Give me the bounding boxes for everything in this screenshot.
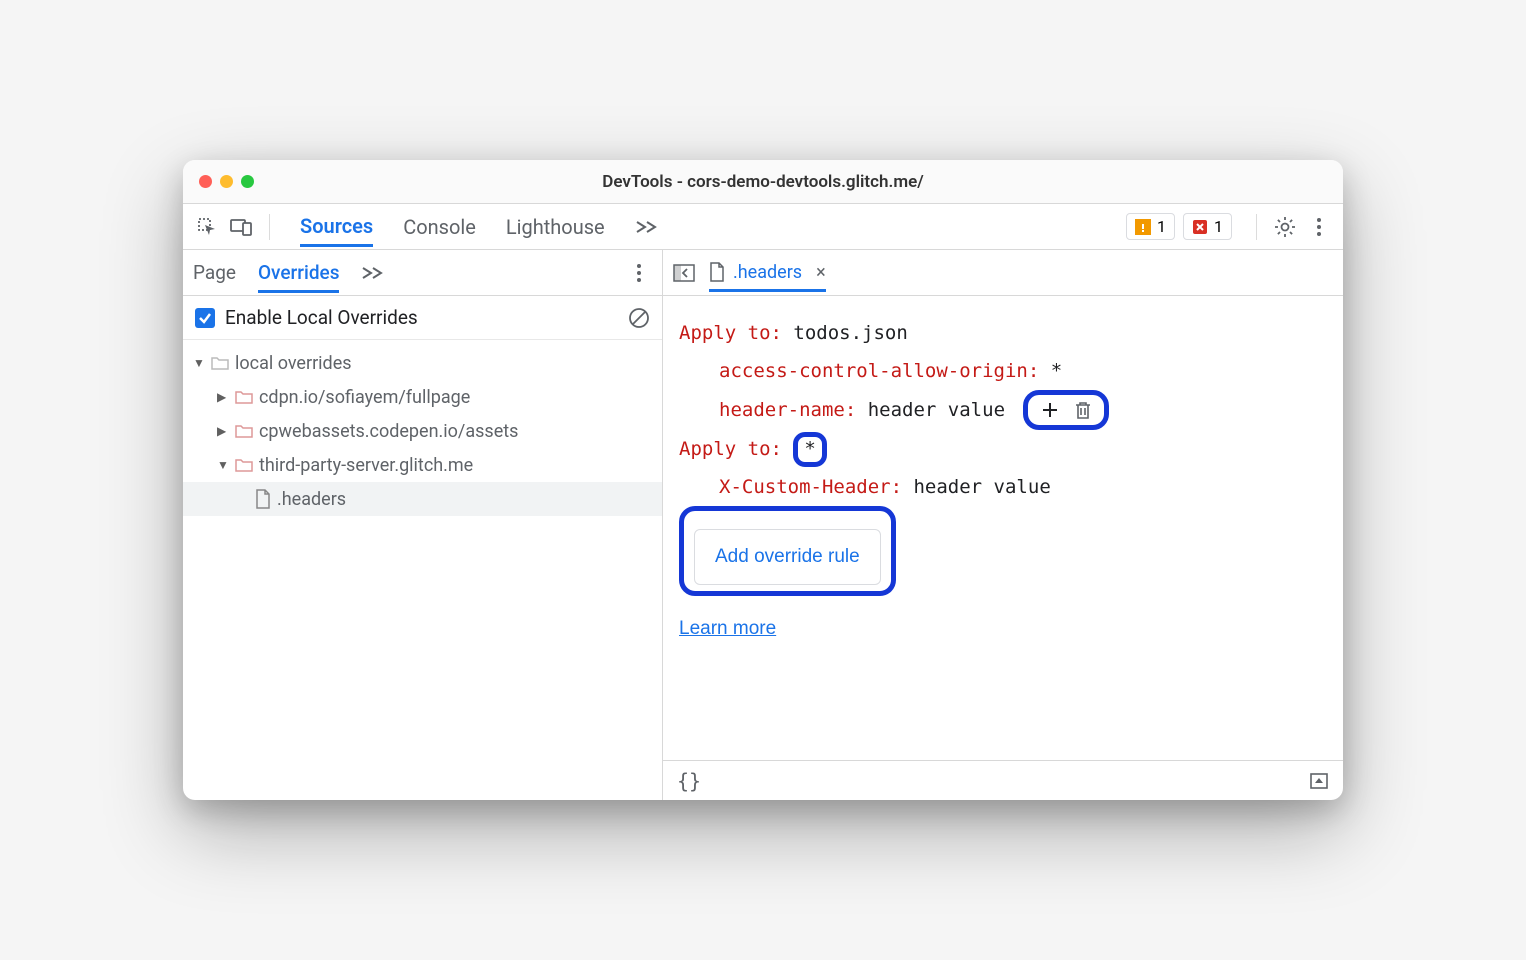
main-toolbar: Sources Console Lighthouse 1 1 bbox=[183, 204, 1343, 250]
tree-folder-label: cdpn.io/sofiayem/fullpage bbox=[259, 387, 470, 408]
header-row: access-control-allow-origin: * bbox=[679, 352, 1327, 390]
navigator-menu-icon[interactable] bbox=[626, 263, 652, 283]
settings-icon[interactable] bbox=[1269, 211, 1301, 243]
tab-console[interactable]: Console bbox=[403, 207, 476, 247]
header-name[interactable]: header-name bbox=[719, 399, 845, 421]
file-tree: ▼ local overrides ▶ cdpn.io/sofiayem/ful… bbox=[183, 340, 662, 522]
separator bbox=[269, 214, 270, 240]
window-title: DevTools - cors-demo-devtools.glitch.me/ bbox=[183, 172, 1343, 192]
drawer-toggle-icon[interactable] bbox=[1309, 772, 1329, 790]
tree-file-label: .headers bbox=[277, 489, 346, 510]
apply-to-value[interactable]: * bbox=[804, 437, 815, 462]
add-header-icon[interactable] bbox=[1040, 400, 1060, 420]
tree-folder[interactable]: ▼ third-party-server.glitch.me bbox=[183, 448, 662, 482]
tab-lighthouse[interactable]: Lighthouse bbox=[506, 207, 605, 247]
folder-icon bbox=[235, 458, 253, 472]
inspect-element-icon[interactable] bbox=[191, 211, 223, 243]
tree-folder[interactable]: ▶ cdpn.io/sofiayem/fullpage bbox=[183, 380, 662, 414]
devtools-window: DevTools - cors-demo-devtools.glitch.me/… bbox=[183, 160, 1343, 800]
minimize-window-button[interactable] bbox=[220, 175, 233, 188]
chevron-right-icon: ▶ bbox=[217, 390, 229, 404]
warnings-count: 1 bbox=[1157, 217, 1166, 236]
header-value[interactable]: * bbox=[1051, 360, 1062, 382]
clear-overrides-icon[interactable] bbox=[628, 307, 650, 329]
separator bbox=[1256, 214, 1257, 240]
traffic-lights bbox=[199, 175, 254, 188]
enable-overrides-row: Enable Local Overrides bbox=[183, 296, 662, 340]
chevron-down-icon: ▼ bbox=[217, 458, 229, 472]
editor-pane: .headers × Apply to: todos.json access-c… bbox=[663, 250, 1343, 800]
panel-tabs: Sources Console Lighthouse bbox=[282, 206, 657, 247]
learn-more-link[interactable]: Learn more bbox=[679, 610, 1327, 648]
panel-body: Page Overrides Enable Local Overrides bbox=[183, 250, 1343, 800]
folder-icon bbox=[211, 356, 229, 370]
close-tab-icon[interactable]: × bbox=[816, 262, 826, 283]
chevron-down-icon: ▼ bbox=[193, 356, 205, 370]
headers-editor: Apply to: todos.json access-control-allo… bbox=[663, 296, 1343, 760]
header-row: X-Custom-Header: header value bbox=[679, 468, 1327, 506]
subtab-overrides[interactable]: Overrides bbox=[258, 253, 340, 293]
navigator-pane: Page Overrides Enable Local Overrides bbox=[183, 250, 663, 800]
editor-tab-label: .headers bbox=[733, 262, 802, 283]
rule-block: Apply to: * bbox=[679, 430, 1327, 468]
apply-to-label: Apply to bbox=[679, 438, 771, 460]
rule-block: Apply to: todos.json bbox=[679, 314, 1327, 352]
tree-folder-label: third-party-server.glitch.me bbox=[259, 455, 473, 476]
tree-file[interactable]: .headers bbox=[183, 482, 662, 516]
header-value[interactable]: header value bbox=[913, 476, 1050, 498]
device-toolbar-icon[interactable] bbox=[225, 211, 257, 243]
header-name[interactable]: access-control-allow-origin bbox=[719, 360, 1028, 382]
file-icon bbox=[255, 489, 271, 509]
tree-folder-label: cpwebassets.codepen.io/assets bbox=[259, 421, 518, 442]
header-name[interactable]: X-Custom-Header bbox=[719, 476, 891, 498]
pretty-print-icon[interactable]: {} bbox=[677, 769, 701, 793]
errors-badge[interactable]: 1 bbox=[1183, 213, 1232, 240]
editor-tabbar: .headers × bbox=[663, 250, 1343, 296]
enable-overrides-checkbox[interactable] bbox=[195, 308, 215, 328]
header-actions-callout bbox=[1023, 390, 1109, 430]
issue-counters: 1 1 bbox=[1126, 213, 1232, 240]
enable-overrides-label: Enable Local Overrides bbox=[225, 306, 418, 329]
more-menu-icon[interactable] bbox=[1303, 211, 1335, 243]
apply-to-value[interactable]: todos.json bbox=[793, 322, 907, 344]
header-row: header-name: header value bbox=[679, 390, 1327, 430]
tree-root[interactable]: ▼ local overrides bbox=[183, 346, 662, 380]
file-icon bbox=[709, 262, 725, 282]
titlebar: DevTools - cors-demo-devtools.glitch.me/ bbox=[183, 160, 1343, 204]
editor-tab-headers[interactable]: .headers × bbox=[709, 254, 826, 292]
errors-count: 1 bbox=[1214, 217, 1223, 236]
tree-root-label: local overrides bbox=[235, 353, 352, 374]
tab-sources[interactable]: Sources bbox=[300, 206, 373, 247]
error-icon bbox=[1192, 219, 1208, 235]
navigator-tabs: Page Overrides bbox=[183, 250, 662, 296]
folder-icon bbox=[235, 390, 253, 404]
add-override-rule-button[interactable]: Add override rule bbox=[694, 529, 881, 585]
chevron-right-icon: ▶ bbox=[217, 424, 229, 438]
zoom-window-button[interactable] bbox=[241, 175, 254, 188]
editor-statusbar: {} bbox=[663, 760, 1343, 800]
add-rule-callout: Add override rule bbox=[679, 506, 896, 596]
wildcard-callout: * bbox=[793, 432, 826, 467]
header-value[interactable]: header value bbox=[868, 399, 1005, 421]
close-window-button[interactable] bbox=[199, 175, 212, 188]
subtab-page[interactable]: Page bbox=[193, 253, 236, 292]
tree-folder[interactable]: ▶ cpwebassets.codepen.io/assets bbox=[183, 414, 662, 448]
warning-icon bbox=[1135, 219, 1151, 235]
more-tabs-icon[interactable] bbox=[635, 212, 657, 242]
warnings-badge[interactable]: 1 bbox=[1126, 213, 1175, 240]
folder-icon bbox=[235, 424, 253, 438]
delete-header-icon[interactable] bbox=[1074, 400, 1092, 420]
toggle-navigator-icon[interactable] bbox=[673, 264, 695, 282]
more-subtabs-icon[interactable] bbox=[361, 266, 383, 280]
apply-to-label: Apply to bbox=[679, 322, 771, 344]
